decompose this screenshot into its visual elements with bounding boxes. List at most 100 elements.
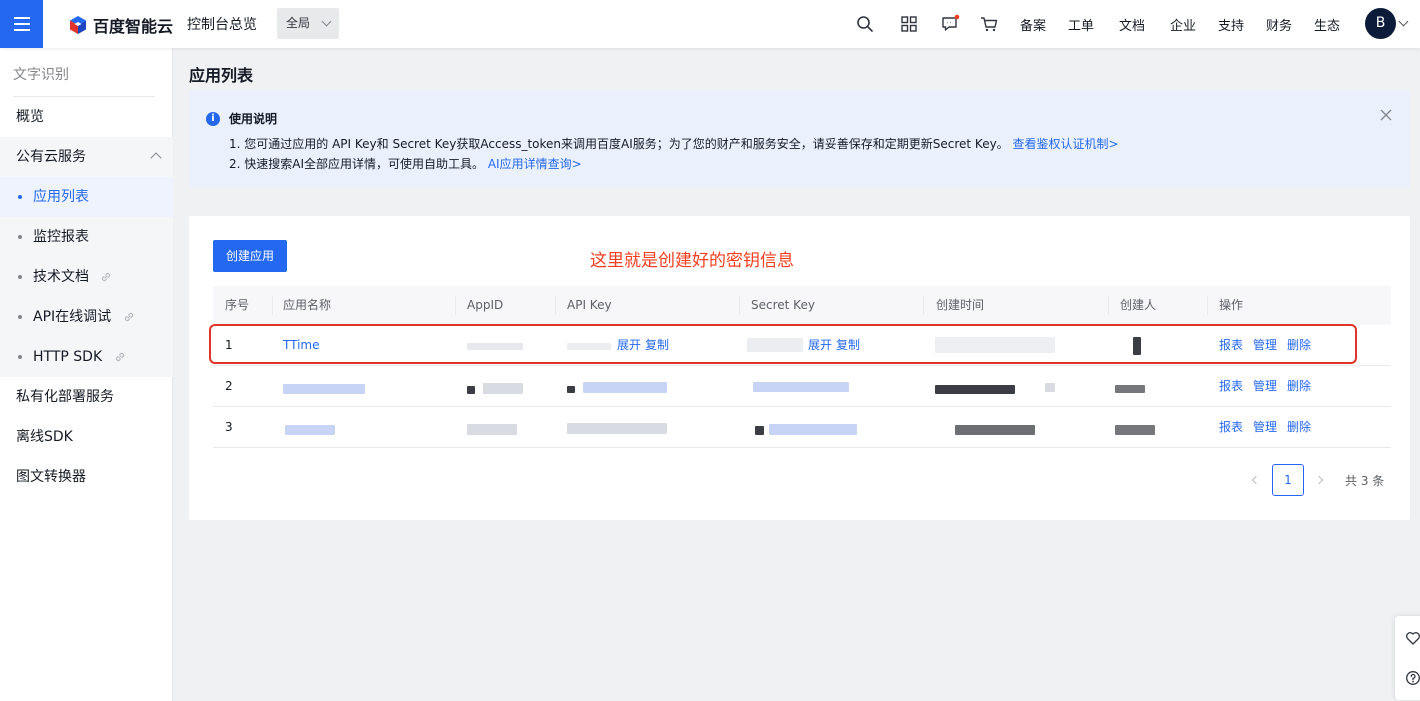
create-app-button[interactable]: 创建应用 (213, 240, 287, 272)
sidebar-item-label: 私有化部署服务 (16, 389, 114, 405)
header-actions: 操作 (1219, 298, 1244, 312)
nav-ecosystem[interactable]: 生态 (1314, 15, 1340, 34)
bullet-icon (18, 195, 22, 199)
close-icon[interactable] (1379, 108, 1393, 122)
row-index: 2 (225, 379, 233, 393)
sidebar-item-http-sdk[interactable]: HTTP SDK (0, 337, 173, 377)
redacted-app-name (283, 384, 365, 394)
header-created-time: 创建时间 (936, 298, 985, 312)
report-link[interactable]: 报表 (1219, 379, 1243, 393)
user-avatar[interactable]: B (1365, 8, 1396, 39)
message-icon[interactable] (940, 14, 960, 34)
region-selector[interactable]: 全局 (277, 8, 339, 39)
sidebar-item-overview[interactable]: 概览 (0, 97, 173, 137)
redacted-created-time (935, 385, 1015, 394)
usage-notice: i 使用说明 1. 您可通过应用的 API Key和 Secret Key获取A… (189, 90, 1410, 188)
nav-finance[interactable]: 财务 (1266, 15, 1292, 34)
sidebar-item-app-list[interactable]: 应用列表 (0, 177, 173, 217)
redacted-creator (1115, 385, 1145, 393)
notice-line-2: 2. 快速搜索AI全部应用详情，可使用自助工具。 AI应用详情查询> (229, 155, 582, 172)
sidebar-item-label: 概览 (16, 109, 44, 125)
header-secret-key: Secret Key (751, 298, 815, 312)
sidebar-item-label: HTTP SDK (33, 349, 103, 365)
sidebar-item-private-deploy[interactable]: 私有化部署服务 (0, 377, 173, 417)
redacted-api-key (567, 423, 667, 434)
sidebar-item-api-debug[interactable]: API在线调试 (0, 297, 173, 337)
redacted-app-name (285, 425, 335, 435)
redacted-created-time (955, 425, 1035, 435)
table-row: 3 报表 管理 删除 (213, 407, 1391, 448)
redacted-appid (467, 424, 517, 435)
pagination-total: 共 3 条 (1345, 474, 1385, 488)
region-value: 全局 (286, 16, 311, 30)
page-title: 应用列表 (189, 66, 254, 85)
annotation-text: 这里就是创建好的密钥信息 (590, 251, 794, 271)
app-detail-query-link[interactable]: AI应用详情查询> (488, 157, 582, 171)
sidebar: 文字识别 概览 公有云服务 应用列表 监控报表 技术文档 API在线调试 HTT… (0, 48, 173, 701)
console-overview-link[interactable]: 控制台总览 (187, 14, 257, 34)
nav-beian[interactable]: 备案 (1020, 15, 1046, 34)
redacted-appid (467, 386, 475, 394)
hamburger-menu-icon[interactable] (0, 0, 43, 48)
row-actions: 报表 管理 删除 (1207, 407, 1311, 448)
sidebar-item-monitoring[interactable]: 监控报表 (0, 217, 173, 257)
sidebar-group-public-cloud[interactable]: 公有云服务 (0, 137, 173, 177)
bullet-icon (18, 315, 22, 319)
baidu-cloud-logo[interactable]: 百度智能云 (68, 13, 173, 37)
redacted-created-time (1045, 383, 1055, 392)
redacted-secret-key (753, 382, 849, 392)
redacted-secret-key (755, 426, 764, 435)
manage-link[interactable]: 管理 (1253, 420, 1277, 434)
nav-support[interactable]: 支持 (1218, 15, 1244, 34)
search-icon[interactable] (855, 14, 875, 34)
redacted-api-key (567, 386, 575, 393)
header-index: 序号 (225, 298, 250, 312)
notice-line-1-text: 1. 您可通过应用的 API Key和 Secret Key获取Access_t… (229, 137, 1009, 151)
header-app-name: 应用名称 (283, 298, 332, 312)
external-link-icon (124, 312, 133, 322)
chevron-down-icon (321, 16, 332, 27)
annotation-highlight-box (209, 324, 1357, 364)
row-index: 3 (225, 420, 233, 434)
sidebar-item-label: 图文转换器 (16, 469, 86, 485)
info-icon: i (206, 112, 220, 126)
sidebar-item-label: 离线SDK (16, 429, 73, 445)
pagination-next-icon[interactable] (1314, 475, 1324, 485)
delete-link[interactable]: 删除 (1287, 420, 1311, 434)
report-link[interactable]: 报表 (1219, 420, 1243, 434)
sidebar-item-label: 监控报表 (33, 229, 89, 245)
pagination-page-1[interactable]: 1 (1272, 464, 1304, 496)
pagination-prev-icon[interactable] (1251, 475, 1261, 485)
app-list-panel: 创建应用 这里就是创建好的密钥信息 序号 应用名称 AppID API Key … (189, 216, 1410, 520)
help-icon[interactable] (1405, 670, 1420, 686)
notice-line-1: 1. 您可通过应用的 API Key和 Secret Key获取Access_t… (229, 135, 1119, 152)
row-actions: 报表 管理 删除 (1207, 366, 1311, 407)
bullet-icon (18, 275, 22, 279)
nav-ticket[interactable]: 工单 (1068, 15, 1094, 34)
redacted-api-key (583, 382, 667, 393)
cart-icon[interactable] (979, 14, 999, 34)
apps-grid-icon[interactable] (899, 14, 919, 34)
header-api-key: API Key (567, 298, 612, 312)
chevron-down-icon[interactable] (1398, 16, 1409, 27)
sidebar-item-label: 技术文档 (33, 269, 89, 285)
nav-docs[interactable]: 文档 (1119, 15, 1145, 34)
sidebar-item-label: 应用列表 (33, 189, 89, 205)
table-header: 序号 应用名称 AppID API Key Secret Key 创建时间 创建… (213, 286, 1391, 325)
sidebar-item-label: 公有云服务 (16, 149, 86, 165)
sidebar-item-tech-docs[interactable]: 技术文档 (0, 257, 173, 297)
redacted-appid (483, 383, 523, 394)
notice-line-2-text: 2. 快速搜索AI全部应用详情，可使用自助工具。 (229, 157, 485, 171)
delete-link[interactable]: 删除 (1287, 379, 1311, 393)
heart-icon[interactable] (1405, 630, 1420, 646)
nav-enterprise[interactable]: 企业 (1170, 15, 1196, 34)
bullet-icon (18, 235, 22, 239)
external-link-icon (115, 352, 124, 362)
sidebar-title: 文字识别 (13, 67, 69, 83)
manage-link[interactable]: 管理 (1253, 379, 1277, 393)
auth-mechanism-link[interactable]: 查看鉴权认证机制> (1013, 137, 1119, 151)
bullet-icon (18, 355, 22, 359)
sidebar-item-label: API在线调试 (33, 309, 112, 325)
sidebar-item-offline-sdk[interactable]: 离线SDK (0, 417, 173, 457)
sidebar-item-image-converter[interactable]: 图文转换器 (0, 457, 173, 497)
